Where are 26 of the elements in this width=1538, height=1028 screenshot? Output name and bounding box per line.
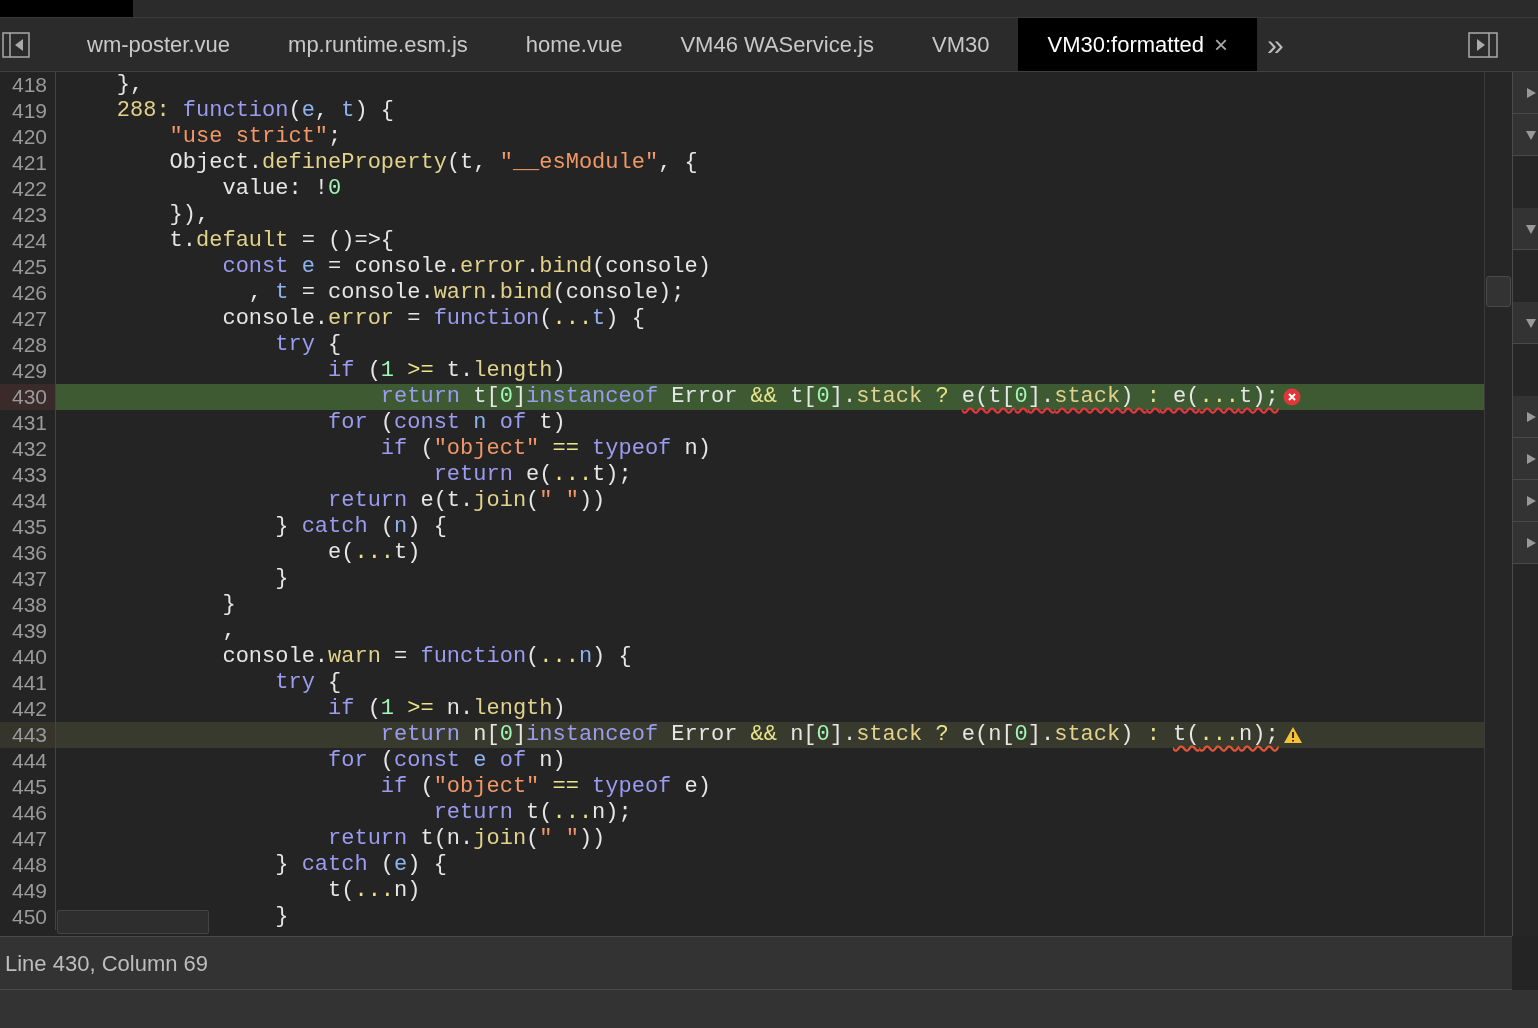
more-tabs-button[interactable]: » <box>1267 29 1284 60</box>
sidebar-toggle-icon[interactable] <box>2 31 32 58</box>
section-collapse-icon[interactable] <box>1513 396 1538 438</box>
section-collapse-icon[interactable] <box>1513 522 1538 564</box>
sidebar-toggle-icon[interactable] <box>1468 31 1498 58</box>
scrollbar-thumb[interactable] <box>1486 276 1511 307</box>
error-icon <box>1282 388 1301 406</box>
file-tab[interactable]: wm-poster.vue <box>58 18 260 71</box>
file-tab[interactable]: VM30 <box>903 18 1019 71</box>
scrollbar-thumb[interactable] <box>57 910 209 934</box>
file-tab[interactable]: VM46 WAService.js <box>651 18 903 71</box>
section-expand-icon[interactable] <box>1513 302 1538 344</box>
line-number: 430 <box>0 384 56 410</box>
section-collapse-icon[interactable] <box>1513 438 1538 480</box>
cursor-position: Line 430, Column 69 <box>5 949 209 978</box>
file-tab[interactable]: VM30:formatted × <box>1018 18 1257 71</box>
file-tab[interactable]: home.vue <box>496 18 652 71</box>
vertical-scrollbar[interactable] <box>1484 72 1512 936</box>
line-number: 443 <box>0 722 56 748</box>
file-tab[interactable]: mp.runtime.esm.js <box>259 18 497 71</box>
section-collapse-icon[interactable] <box>1513 480 1538 522</box>
section-expand-icon[interactable] <box>1513 208 1538 250</box>
section-expand-icon[interactable] <box>1513 114 1538 156</box>
warning-icon <box>1282 726 1303 744</box>
section-collapse-icon[interactable] <box>1513 72 1538 114</box>
close-tab-button[interactable]: × <box>1214 26 1228 63</box>
